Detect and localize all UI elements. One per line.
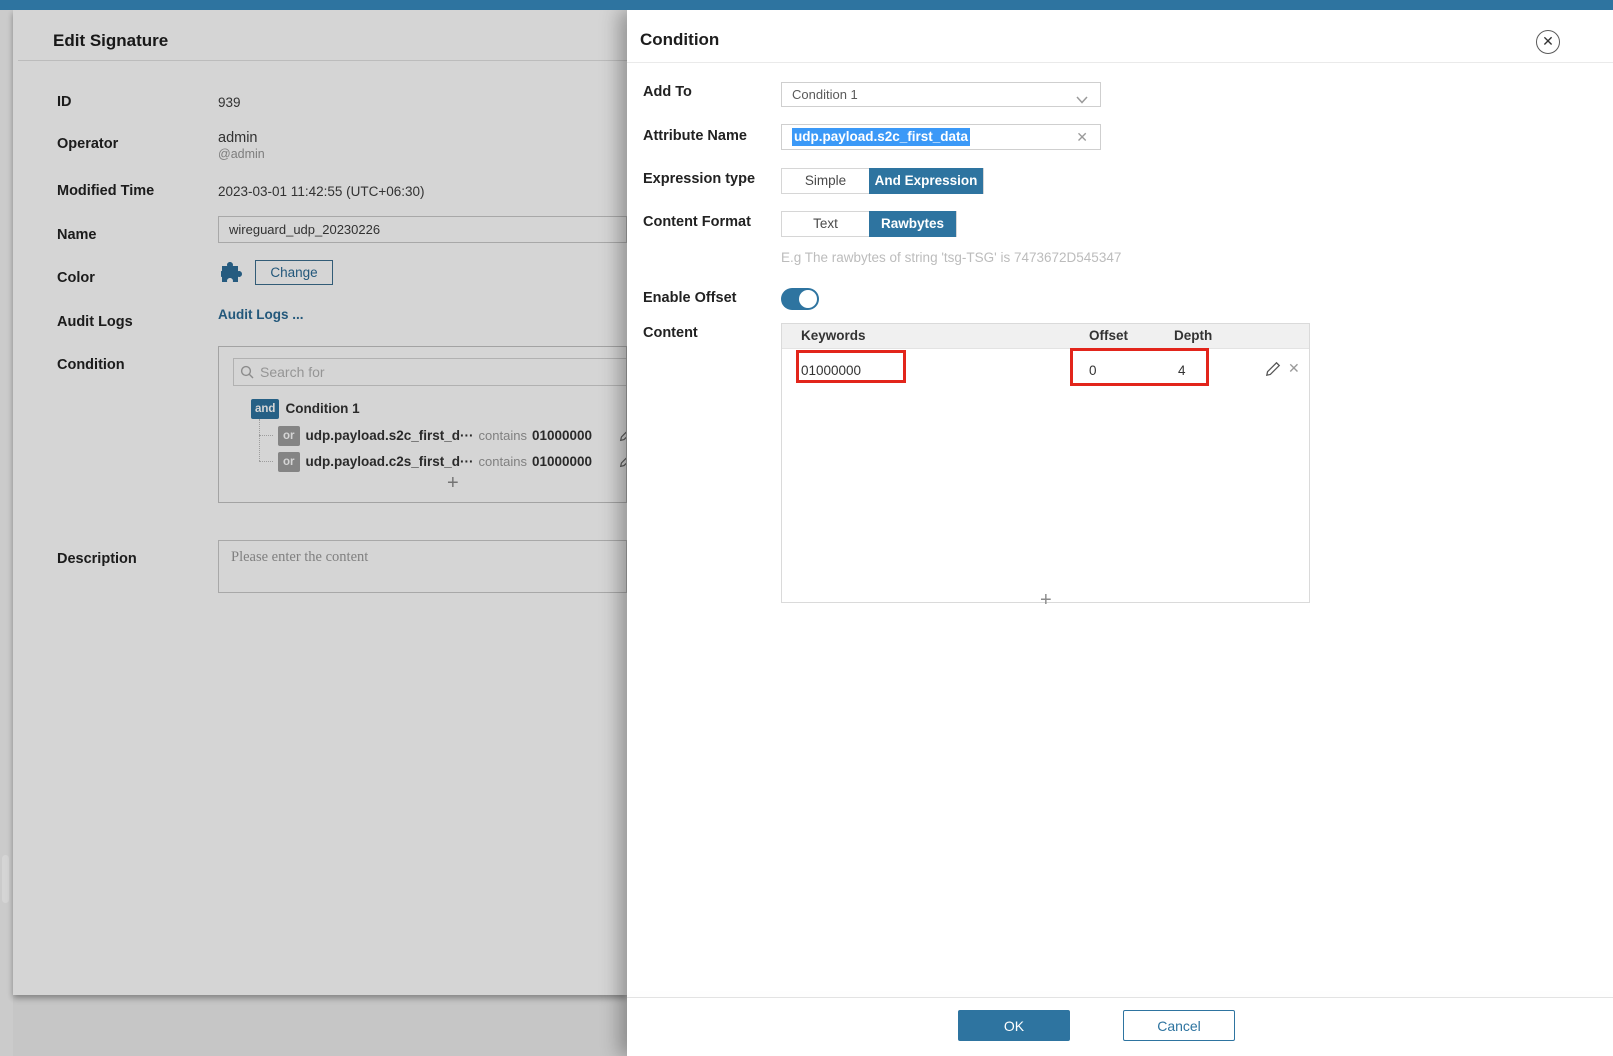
condition-rule-row[interactable]: or udp.payload.c2s_first_d··· contains 0100… bbox=[278, 452, 592, 470]
edit-pencil-icon[interactable] bbox=[619, 452, 627, 468]
condition-label: Condition bbox=[57, 357, 125, 373]
cancel-button[interactable]: Cancel bbox=[1123, 1010, 1235, 1041]
expression-type-label: Expression type bbox=[643, 171, 755, 187]
edit-signature-title: Edit Signature bbox=[53, 31, 168, 51]
modified-time-label: Modified Time bbox=[57, 183, 154, 199]
operator-label: Operator bbox=[57, 136, 118, 152]
content-table: Keywords Offset Depth 01000000 0 4 ✕ + bbox=[781, 323, 1310, 603]
footer-divider bbox=[627, 997, 1613, 998]
rule-attribute: udp.payload.s2c_first_d··· bbox=[306, 428, 474, 443]
attribute-name-label: Attribute Name bbox=[643, 128, 747, 144]
offset-depth-highlight-annotation bbox=[1070, 348, 1209, 386]
edit-pencil-icon[interactable] bbox=[619, 426, 627, 442]
add-to-label: Add To bbox=[643, 84, 692, 100]
rawbytes-hint: E.g The rawbytes of string 'tsg-TSG' is … bbox=[781, 250, 1121, 265]
attribute-name-input[interactable]: udp.payload.s2c_first_data ✕ bbox=[781, 124, 1101, 150]
keywords-highlight-annotation bbox=[796, 350, 906, 383]
and-badge: and bbox=[251, 399, 279, 419]
content-format-label: Content Format bbox=[643, 214, 751, 230]
rule-value: 01000000 bbox=[532, 428, 592, 443]
or-badge: or bbox=[278, 426, 300, 446]
operator-value: admin bbox=[218, 130, 258, 146]
add-condition-button[interactable]: + bbox=[447, 472, 459, 495]
puzzle-icon bbox=[219, 258, 247, 286]
name-input[interactable] bbox=[218, 216, 627, 243]
tree-connector bbox=[259, 461, 273, 462]
tree-connector bbox=[259, 435, 273, 436]
expression-type-option-and-expression[interactable]: And Expression bbox=[869, 168, 983, 194]
divider bbox=[627, 62, 1613, 63]
left-scrollbar-track bbox=[0, 10, 13, 1056]
content-format-option-text[interactable]: Text bbox=[782, 212, 869, 236]
description-textarea[interactable] bbox=[218, 540, 627, 593]
attribute-name-selected-text: udp.payload.s2c_first_data bbox=[792, 128, 970, 146]
condition-tree-panel: and Condition 1 or udp.payload.s2c_first_d… bbox=[218, 346, 627, 503]
expression-type-toggle: Simple And Expression bbox=[781, 168, 984, 194]
background-page: Edit Signature ID 939 Operator admin @ad… bbox=[0, 10, 627, 1056]
toggle-knob bbox=[799, 290, 817, 308]
or-badge: or bbox=[278, 452, 300, 472]
id-value: 939 bbox=[218, 95, 241, 110]
description-label: Description bbox=[57, 551, 137, 567]
edit-pencil-icon[interactable] bbox=[1265, 360, 1282, 377]
column-header-keywords: Keywords bbox=[801, 328, 866, 343]
close-icon[interactable]: ✕ bbox=[1536, 30, 1560, 54]
operator-subvalue: @admin bbox=[218, 147, 265, 161]
color-label: Color bbox=[57, 270, 95, 286]
content-table-row: 01000000 0 4 ✕ bbox=[782, 350, 1309, 392]
content-label: Content bbox=[643, 325, 698, 341]
name-label: Name bbox=[57, 227, 97, 243]
id-label: ID bbox=[57, 94, 72, 110]
edit-signature-dialog: Edit Signature ID 939 Operator admin @ad… bbox=[13, 10, 627, 995]
modified-time-value: 2023-03-01 11:42:55 (UTC+06:30) bbox=[218, 184, 425, 199]
top-bar bbox=[0, 0, 1613, 10]
enable-offset-toggle[interactable] bbox=[781, 288, 819, 310]
left-scrollbar-thumb[interactable] bbox=[2, 855, 9, 903]
rule-attribute: udp.payload.c2s_first_d··· bbox=[306, 454, 474, 469]
add-to-select[interactable]: Condition 1 bbox=[781, 82, 1101, 107]
audit-logs-label: Audit Logs bbox=[57, 314, 133, 330]
condition-rule-row[interactable]: or udp.payload.s2c_first_d··· contains 0100… bbox=[278, 426, 592, 444]
enable-offset-label: Enable Offset bbox=[643, 290, 736, 306]
condition-dialog-title: Condition bbox=[640, 30, 719, 50]
rule-value: 01000000 bbox=[532, 454, 592, 469]
ok-button[interactable]: OK bbox=[958, 1010, 1070, 1041]
condition-root-name: Condition 1 bbox=[285, 401, 359, 416]
search-icon bbox=[240, 365, 254, 379]
condition-dialog: Condition ✕ Add To Condition 1 Attribute… bbox=[627, 10, 1613, 1056]
column-header-depth: Depth bbox=[1174, 328, 1212, 343]
chevron-down-icon bbox=[1076, 91, 1088, 99]
content-format-toggle: Text Rawbytes bbox=[781, 211, 957, 237]
content-format-option-rawbytes[interactable]: Rawbytes bbox=[869, 211, 956, 237]
change-color-button[interactable]: Change bbox=[255, 260, 333, 285]
delete-row-icon[interactable]: ✕ bbox=[1288, 360, 1300, 377]
clear-icon[interactable]: ✕ bbox=[1076, 129, 1088, 146]
divider bbox=[18, 60, 627, 61]
tree-connector bbox=[259, 419, 260, 461]
column-header-offset: Offset bbox=[1089, 328, 1128, 343]
add-to-value: Condition 1 bbox=[792, 87, 858, 102]
expression-type-option-simple[interactable]: Simple bbox=[782, 169, 869, 193]
condition-search-input[interactable] bbox=[233, 358, 627, 386]
rule-operator: contains bbox=[479, 454, 527, 469]
condition-tree-root[interactable]: and Condition 1 bbox=[251, 399, 360, 417]
audit-logs-link[interactable]: Audit Logs ... bbox=[218, 307, 304, 322]
add-content-row-button[interactable]: + bbox=[1040, 589, 1052, 612]
rule-operator: contains bbox=[479, 428, 527, 443]
content-table-header: Keywords Offset Depth bbox=[782, 324, 1309, 349]
